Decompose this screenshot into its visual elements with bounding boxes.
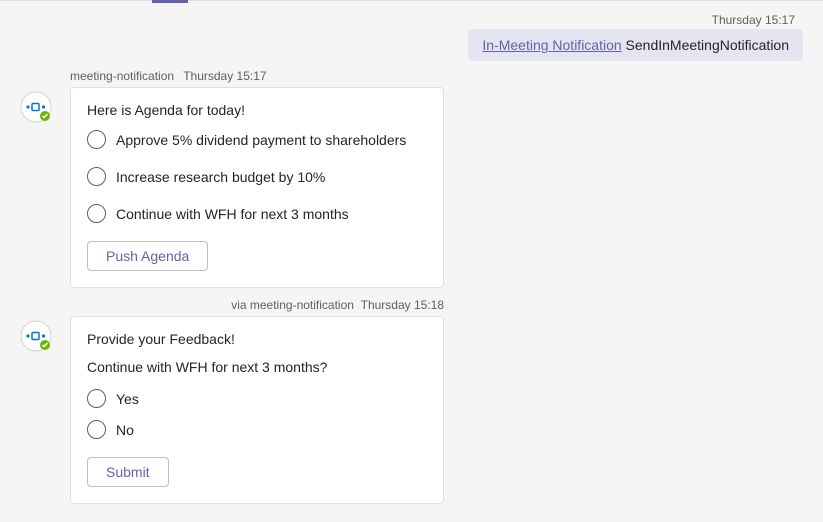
feedback-card-title: Provide your Feedback! (87, 331, 427, 347)
radio-icon (87, 167, 106, 186)
bot-time: Thursday 15:17 (183, 69, 266, 83)
bot-name: meeting-notification (70, 69, 174, 83)
agenda-card: Here is Agenda for today! Approve 5% div… (70, 87, 444, 288)
via-label: via meeting-notification (231, 298, 354, 312)
agenda-option-1[interactable]: Approve 5% dividend payment to sharehold… (87, 130, 427, 149)
radio-icon (87, 389, 106, 408)
bot-avatar-icon (20, 320, 52, 352)
bot-message-header: meeting-notification Thursday 15:17 (70, 69, 803, 83)
agenda-card-title: Here is Agenda for today! (87, 102, 427, 118)
push-agenda-button[interactable]: Push Agenda (87, 241, 208, 271)
submit-button[interactable]: Submit (87, 457, 169, 487)
agenda-option-3[interactable]: Continue with WFH for next 3 months (87, 204, 427, 223)
bot-avatar-icon (20, 91, 52, 123)
feedback-option-label: Yes (116, 391, 139, 407)
agenda-option-label: Increase research budget by 10% (116, 169, 325, 185)
in-meeting-notification-link[interactable]: In-Meeting Notification (482, 37, 621, 53)
sent-timestamp: Thursday 15:17 (712, 13, 803, 27)
bot-message-2: via meeting-notification Thursday 15:18 … (20, 298, 803, 504)
feedback-card: Provide your Feedback! Continue with WFH… (70, 316, 444, 504)
agenda-option-2[interactable]: Increase research budget by 10% (87, 167, 427, 186)
bot-message-1: meeting-notification Thursday 15:17 Here… (20, 69, 803, 288)
agenda-option-label: Approve 5% dividend payment to sharehold… (116, 132, 406, 148)
agenda-option-label: Continue with WFH for next 3 months (116, 206, 349, 222)
sent-message-bubble[interactable]: In-Meeting Notification SendInMeetingNot… (468, 29, 803, 61)
chat-area: Thursday 15:17 In-Meeting Notification S… (0, 1, 823, 514)
feedback-option-no[interactable]: No (87, 420, 427, 439)
feedback-card-question: Continue with WFH for next 3 months? (87, 359, 427, 375)
radio-icon (87, 204, 106, 223)
bot-message-header: via meeting-notification Thursday 15:18 (70, 298, 444, 312)
sent-message-text: SendInMeetingNotification (622, 37, 789, 53)
feedback-option-label: No (116, 422, 134, 438)
radio-icon (87, 130, 106, 149)
radio-icon (87, 420, 106, 439)
feedback-option-yes[interactable]: Yes (87, 389, 427, 408)
bot-time: Thursday 15:18 (361, 298, 444, 312)
